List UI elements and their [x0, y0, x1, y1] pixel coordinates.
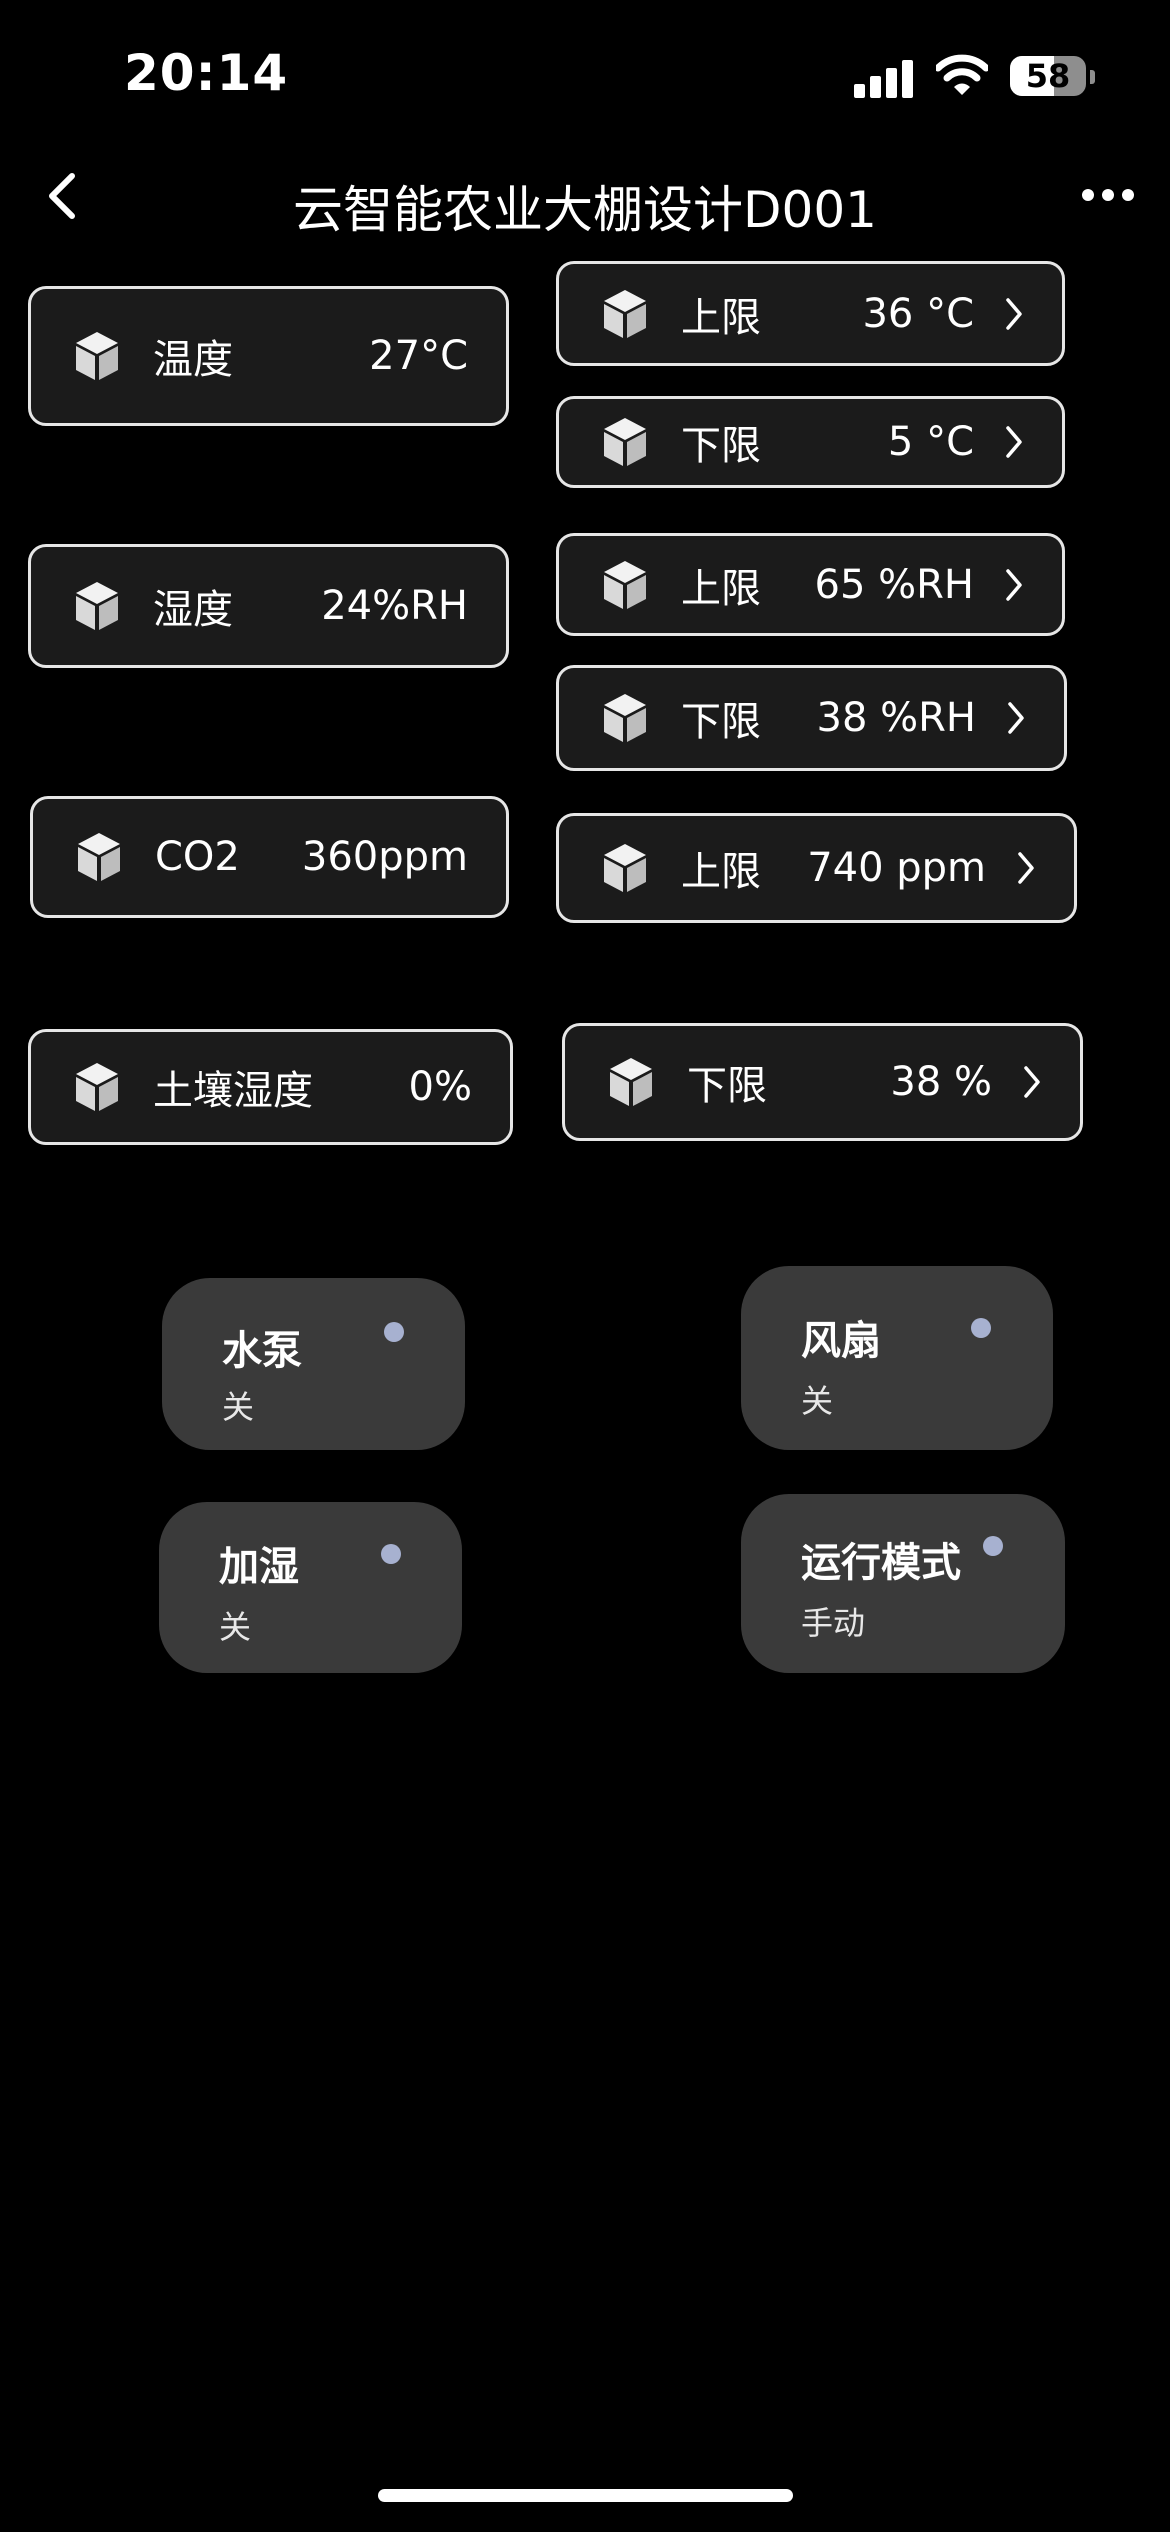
limit-card-co2-upper[interactable]: 上限 740 ppm	[556, 813, 1077, 923]
control-name: 风扇	[801, 1318, 881, 1364]
battery-tip	[1090, 70, 1095, 84]
sensor-card-humidity: 湿度 24%RH	[28, 544, 509, 668]
control-name: 运行模式	[801, 1540, 961, 1586]
sensor-card-temperature: 温度 27°C	[28, 286, 509, 426]
limit-card-temperature-upper[interactable]: 上限 36 °C	[556, 261, 1065, 366]
status-dot	[971, 1318, 991, 1338]
status-time: 20:14	[124, 44, 289, 102]
limit-value: 38 %	[890, 1059, 992, 1105]
cube-icon	[604, 289, 646, 338]
control-name: 水泵	[222, 1328, 302, 1374]
more-options-icon[interactable]	[1078, 180, 1138, 210]
chevron-right-icon	[1008, 702, 1024, 734]
limit-card-temperature-lower[interactable]: 下限 5 °C	[556, 396, 1065, 488]
status-dot	[381, 1544, 401, 1564]
status-dot	[384, 1322, 404, 1342]
limit-label: 上限	[681, 294, 761, 341]
limit-label: 下限	[681, 423, 761, 469]
cellular-signal-icon	[854, 58, 914, 98]
chevron-right-icon	[1006, 568, 1022, 601]
limit-card-humidity-upper[interactable]: 上限 65 %RH	[556, 533, 1065, 636]
home-indicator[interactable]	[378, 2489, 793, 2502]
sensor-label: CO2	[155, 834, 240, 880]
cube-icon	[76, 332, 118, 380]
control-state: 关	[219, 1608, 252, 1646]
control-name: 加湿	[219, 1544, 299, 1590]
sensor-card-soil-moisture: 土壤湿度 0%	[28, 1029, 513, 1145]
sensor-value: 27°C	[369, 333, 468, 379]
battery-icon: 58	[1010, 56, 1086, 96]
cube-icon	[76, 1063, 118, 1111]
limit-label: 上限	[681, 565, 761, 612]
cube-icon	[604, 560, 646, 609]
control-humidifier[interactable]: 加湿 关	[159, 1502, 462, 1673]
cube-icon	[604, 418, 646, 466]
limit-value: 36 °C	[862, 290, 974, 337]
sensor-value: 360ppm	[301, 834, 468, 880]
control-state: 关	[222, 1388, 255, 1426]
page-title: 云智能农业大棚设计D001	[293, 181, 877, 239]
cube-icon	[76, 582, 118, 630]
sensor-value: 0%	[408, 1064, 472, 1110]
wifi-icon	[936, 54, 988, 95]
sensor-value: 24%RH	[321, 583, 468, 629]
control-run-mode[interactable]: 运行模式 手动	[741, 1494, 1065, 1673]
cube-icon	[604, 844, 646, 892]
status-bar: 20:14 58	[0, 0, 1170, 150]
limit-value: 740 ppm	[807, 845, 986, 891]
chevron-right-icon	[1006, 297, 1022, 330]
control-state: 关	[801, 1382, 834, 1420]
control-pump[interactable]: 水泵 关	[162, 1278, 465, 1450]
sensor-card-co2: CO2 360ppm	[30, 796, 509, 918]
limit-card-soil-lower[interactable]: 下限 38 %	[562, 1023, 1083, 1141]
limit-card-humidity-lower[interactable]: 下限 38 %RH	[556, 665, 1067, 771]
limit-label: 下限	[681, 699, 761, 745]
control-fan[interactable]: 风扇 关	[741, 1266, 1053, 1450]
control-state: 手动	[801, 1604, 866, 1642]
limit-label: 下限	[687, 1063, 767, 1109]
limit-value: 65 %RH	[814, 561, 975, 608]
sensor-label: 土壤湿度	[153, 1068, 313, 1114]
chevron-right-icon	[1006, 426, 1022, 458]
cube-icon	[78, 833, 120, 881]
sensor-label: 湿度	[153, 587, 233, 633]
status-dot	[983, 1536, 1003, 1556]
cube-icon	[604, 694, 646, 742]
nav-bar: 云智能农业大棚设计D001	[0, 150, 1170, 250]
battery-level: 58	[1025, 57, 1071, 95]
cube-icon	[610, 1058, 652, 1106]
limit-label: 上限	[681, 849, 761, 895]
limit-value: 38 %RH	[816, 695, 977, 741]
limit-value: 5 °C	[887, 419, 974, 465]
chevron-right-icon	[1024, 1066, 1040, 1098]
sensor-label: 温度	[153, 337, 233, 383]
chevron-right-icon	[1018, 852, 1034, 884]
